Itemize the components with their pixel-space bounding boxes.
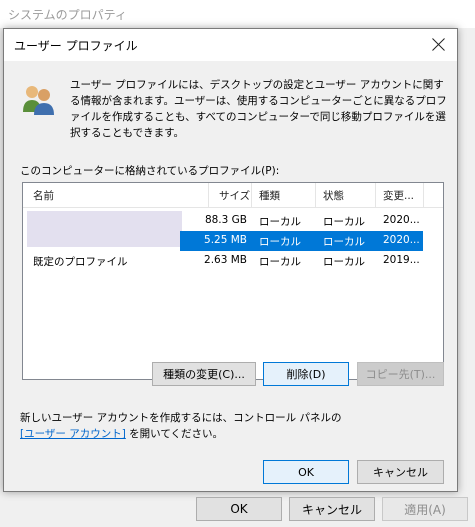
column-header-size[interactable]: サイズ [219,188,250,203]
cell-type: ローカル [259,216,301,228]
info-line-2: [ユーザー アカウント] を開いてください。 [20,426,341,442]
table-row[interactable]: 既定のプロファイル 2.63 MB ローカル ローカル 2019... [23,251,443,271]
copy-to-button[interactable]: コピー先(T)... [357,362,444,386]
cell-status: ローカル [323,256,365,268]
info-text: 新しいユーザー アカウントを作成するには、コントロール パネルの [ユーザー ア… [20,410,341,442]
cell-modified: 2020... [383,234,420,246]
dialog-title: ユーザー プロファイル [14,39,138,53]
users-icon [23,86,54,115]
cell-type: ローカル [259,236,301,248]
cell-size: 2.63 MB [204,254,247,266]
table-row[interactable]: 88.3 GB ローカル ローカル 2020... [23,211,443,231]
dialog-titlebar: ユーザー プロファイル [4,29,457,61]
profiles-list-label: このコンピューターに格納されているプロファイル(P): [20,165,280,177]
ok-button[interactable]: OK [263,460,349,484]
column-header-status[interactable]: 状態 [323,188,344,203]
info-line-1: 新しいユーザー アカウントを作成するには、コントロール パネルの [20,412,342,424]
parent-window-title: システムのプロパティ [8,8,127,22]
parent-apply-button[interactable]: 適用(A) [382,497,468,521]
info-line-2-text: を開いてください。 [125,428,224,440]
column-header-modified[interactable]: 変更... [383,188,414,203]
parent-window-titlebar: システムのプロパティ [0,0,475,28]
close-icon[interactable] [427,33,451,57]
user-profiles-dialog: ユーザー プロファイル ユーザー プロファイルには、デスクトップの設定とユーザー… [3,28,458,492]
cell-type: ローカル [259,256,301,268]
cell-size: 88.3 GB [204,214,247,226]
cell-size: 5.25 MB [204,234,247,246]
column-header-name[interactable]: 名前 [33,188,54,203]
cell-modified: 2019... [383,254,420,266]
table-row-selected[interactable]: 5.25 MB ローカル ローカル 2020... [23,231,443,251]
cell-modified: 2020... [383,214,420,226]
column-header-type[interactable]: 種類 [259,188,280,203]
profiles-list[interactable]: 名前 サイズ 種類 状態 変更... 88.3 GB ローカル ローカル 202… [22,182,444,380]
list-header: 名前 サイズ 種類 状態 変更... [23,183,443,208]
delete-button[interactable]: 削除(D) [263,362,349,386]
cancel-button[interactable]: キャンセル [357,460,444,484]
parent-ok-button[interactable]: OK [196,497,282,521]
user-accounts-link[interactable]: [ユーザー アカウント] [20,428,126,440]
parent-cancel-button[interactable]: キャンセル [289,497,375,521]
change-type-button[interactable]: 種類の変更(C)... [152,362,256,386]
cell-status: ローカル [323,216,365,228]
description-text: ユーザー プロファイルには、デスクトップの設定とユーザー アカウントに関する情報… [70,79,447,139]
cell-status: ローカル [323,236,365,248]
cell-name: 既定のプロファイル [33,256,128,268]
